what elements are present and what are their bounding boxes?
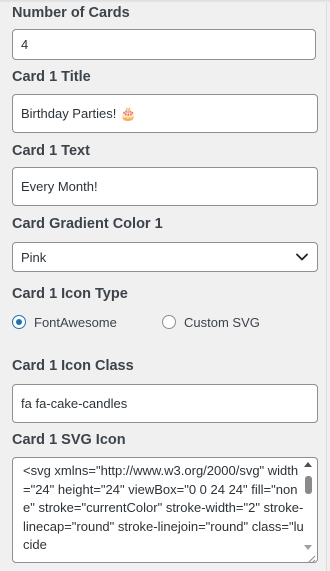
card-1-icon-class-input[interactable]: fa fa-cake-candles bbox=[12, 384, 318, 423]
svg-icon-code: <svg xmlns="http://www.w3.org/2000/svg" … bbox=[23, 463, 304, 552]
card-1-text-input[interactable]: Every Month! bbox=[12, 167, 318, 206]
card-1-title-label: Card 1 Title bbox=[12, 69, 91, 85]
card-1-title-input[interactable]: Birthday Parties! 🎂 bbox=[12, 94, 318, 133]
card-gradient-color-1-select[interactable]: Pink bbox=[12, 242, 318, 272]
card-1-icon-class-value: fa fa-cake-candles bbox=[21, 396, 128, 411]
panel-top-edge bbox=[0, 0, 330, 3]
textarea-scrollbar[interactable] bbox=[303, 460, 315, 560]
card-1-text-value: Every Month! bbox=[21, 179, 98, 194]
card-1-icon-class-label: Card 1 Icon Class bbox=[12, 358, 134, 374]
card-1-icon-type-label: Card 1 Icon Type bbox=[12, 286, 128, 302]
number-of-cards-value: 4 bbox=[21, 37, 29, 52]
number-of-cards-input[interactable]: 4 bbox=[12, 29, 316, 60]
custom-svg-radio[interactable] bbox=[162, 315, 176, 329]
icon-type-option-fontawesome[interactable]: FontAwesome bbox=[12, 313, 117, 331]
settings-panel: Number of Cards 4 Card 1 Title Birthday … bbox=[0, 0, 330, 571]
card-1-title-value: Birthday Parties! 🎂 bbox=[21, 105, 137, 121]
arrow-up-icon[interactable] bbox=[304, 462, 312, 467]
fontawesome-radio-label: FontAwesome bbox=[34, 314, 117, 330]
custom-svg-radio-label: Custom SVG bbox=[184, 314, 260, 330]
arrow-down-icon[interactable] bbox=[304, 545, 312, 550]
card-1-text-label: Card 1 Text bbox=[12, 143, 90, 159]
scrollbar-thumb[interactable] bbox=[305, 476, 312, 494]
card-1-svg-icon-textarea[interactable]: <svg xmlns="http://www.w3.org/2000/svg" … bbox=[12, 457, 318, 563]
fontawesome-radio[interactable] bbox=[12, 315, 26, 329]
card-1-svg-icon-label: Card 1 SVG Icon bbox=[12, 432, 126, 448]
number-of-cards-label: Number of Cards bbox=[12, 5, 130, 21]
resize-grip-icon[interactable] bbox=[306, 551, 316, 562]
card-gradient-color-1-label: Card Gradient Color 1 bbox=[12, 216, 163, 232]
icon-type-option-custom-svg[interactable]: Custom SVG bbox=[162, 313, 260, 331]
chevron-down-icon bbox=[295, 250, 309, 264]
card-gradient-color-1-value: Pink bbox=[21, 249, 47, 265]
